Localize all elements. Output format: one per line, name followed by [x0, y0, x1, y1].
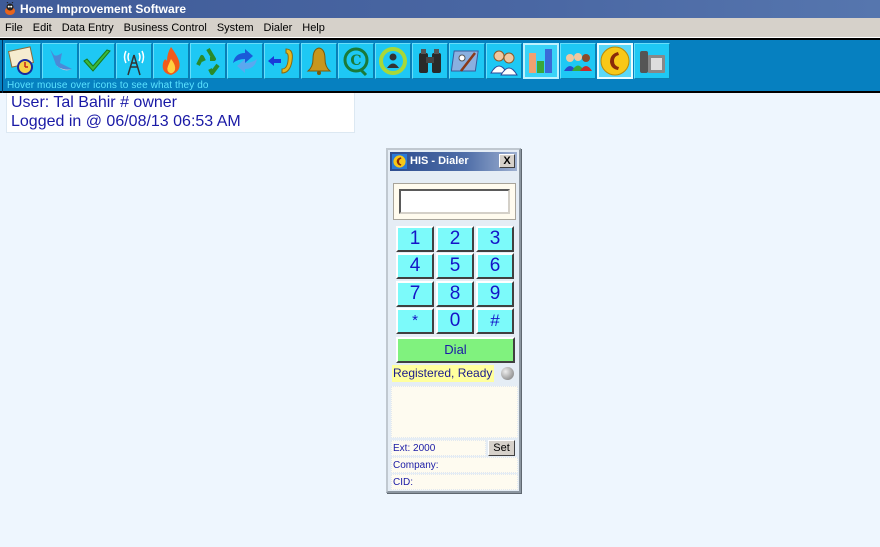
- toolbar-button-chart[interactable]: [523, 43, 559, 79]
- toolbar-button-refresh[interactable]: [227, 43, 263, 79]
- toolbar-button-two-users[interactable]: [486, 43, 522, 79]
- close-button[interactable]: X: [499, 154, 515, 168]
- key-4[interactable]: 4: [396, 253, 434, 279]
- toolbar: C Hover mouse over icons to see what the…: [0, 38, 880, 93]
- key-9[interactable]: 9: [476, 281, 514, 307]
- bug-mascot-icon: [5, 2, 15, 15]
- key-0[interactable]: 0: [436, 308, 474, 334]
- caller-id-label: CID:: [391, 474, 518, 490]
- phone-circle-icon: [600, 46, 630, 76]
- two-users-icon: [490, 50, 518, 76]
- number-frame: [393, 183, 516, 220]
- call-log-area: [391, 386, 518, 438]
- toolbar-hint: Hover mouse over icons to see what they …: [7, 80, 209, 91]
- key-3[interactable]: 3: [476, 226, 514, 252]
- key-5[interactable]: 5: [436, 253, 474, 279]
- toolbar-button-check[interactable]: [79, 43, 115, 79]
- menu-system[interactable]: System: [212, 18, 259, 38]
- dialer-title: HIS - Dialer: [410, 155, 469, 167]
- key-7[interactable]: 7: [396, 281, 434, 307]
- menu-dialer[interactable]: Dialer: [259, 18, 298, 38]
- group-users-icon: [564, 53, 592, 71]
- toolbar-button-user-target[interactable]: [375, 43, 411, 79]
- toolbar-button-flame[interactable]: [153, 43, 189, 79]
- bell-icon: [306, 47, 332, 75]
- company-label: Company:: [391, 457, 518, 473]
- tools-folder-icon: [451, 50, 479, 72]
- menu-file[interactable]: File: [0, 18, 28, 38]
- user-line: User: Tal Bahir # owner: [11, 94, 177, 111]
- fish-icon: [50, 49, 72, 71]
- toolbar-button-desk-phone[interactable]: [634, 43, 670, 79]
- dialer-titlebar[interactable]: HIS - Dialer X: [390, 152, 517, 171]
- set-extension-button[interactable]: Set: [488, 440, 515, 456]
- key-hash[interactable]: #: [476, 308, 514, 334]
- toolbar-button-bell[interactable]: [301, 43, 337, 79]
- key-1[interactable]: 1: [396, 226, 434, 252]
- extension-label: Ext: 2000: [391, 440, 486, 456]
- toolbar-button-fish[interactable]: [42, 43, 78, 79]
- menu-help[interactable]: Help: [297, 18, 330, 38]
- menu-bar: File Edit Data Entry Business Control System…: [0, 18, 880, 38]
- close-icon: X: [503, 155, 511, 167]
- menu-business-control[interactable]: Business Control: [119, 18, 212, 38]
- refresh-arrows-icon: [233, 49, 257, 73]
- flame-icon: [162, 47, 180, 75]
- key-6[interactable]: 6: [476, 253, 514, 279]
- dialer-window: HIS - Dialer X 1 2 3 4 5 6 7 8 9 * 0 # D…: [386, 148, 521, 493]
- key-star[interactable]: *: [396, 308, 434, 334]
- phone-circle-icon: [392, 154, 407, 169]
- menu-edit[interactable]: Edit: [28, 18, 57, 38]
- toolbar-button-calendar[interactable]: [5, 43, 41, 79]
- user-target-icon: [379, 47, 407, 75]
- key-2[interactable]: 2: [436, 226, 474, 252]
- bar-chart-icon: [529, 49, 552, 73]
- toolbar-button-recycle[interactable]: [190, 43, 226, 79]
- toolbar-button-binoculars[interactable]: [412, 43, 448, 79]
- toolbar-button-group[interactable]: [560, 43, 596, 79]
- window-titlebar: Home Improvement Software: [0, 0, 880, 18]
- phone-return-icon: [268, 48, 293, 74]
- registration-status: Registered, Ready: [392, 365, 495, 382]
- toolbar-button-dialer[interactable]: [597, 43, 633, 79]
- menu-data-entry[interactable]: Data Entry: [57, 18, 119, 38]
- checkmark-icon: [83, 49, 111, 72]
- user-info-panel: User: Tal Bahir # owner Logged in @ 06/0…: [6, 93, 355, 133]
- calendar-book-clock-icon: [7, 46, 35, 75]
- binoculars-icon: [419, 49, 441, 73]
- recycle-icon: [196, 47, 220, 75]
- toolbar-button-antenna[interactable]: [116, 43, 152, 79]
- login-line: Logged in @ 06/08/13 06:53 AM: [11, 113, 241, 130]
- dial-button[interactable]: Dial: [396, 337, 515, 363]
- desk-phone-icon: [640, 51, 665, 73]
- status-led-icon: [501, 367, 514, 380]
- phone-number-input[interactable]: [399, 189, 510, 214]
- antenna-tower-icon: [123, 50, 145, 76]
- toolbar-button-phone-return[interactable]: [264, 43, 300, 79]
- svg-text:C: C: [350, 53, 361, 69]
- window-title: Home Improvement Software: [20, 2, 187, 16]
- toolbar-button-tools[interactable]: [449, 43, 485, 79]
- key-8[interactable]: 8: [436, 281, 474, 307]
- toolbar-button-copyright[interactable]: C: [338, 43, 374, 79]
- copyright-q-icon: C: [343, 47, 369, 77]
